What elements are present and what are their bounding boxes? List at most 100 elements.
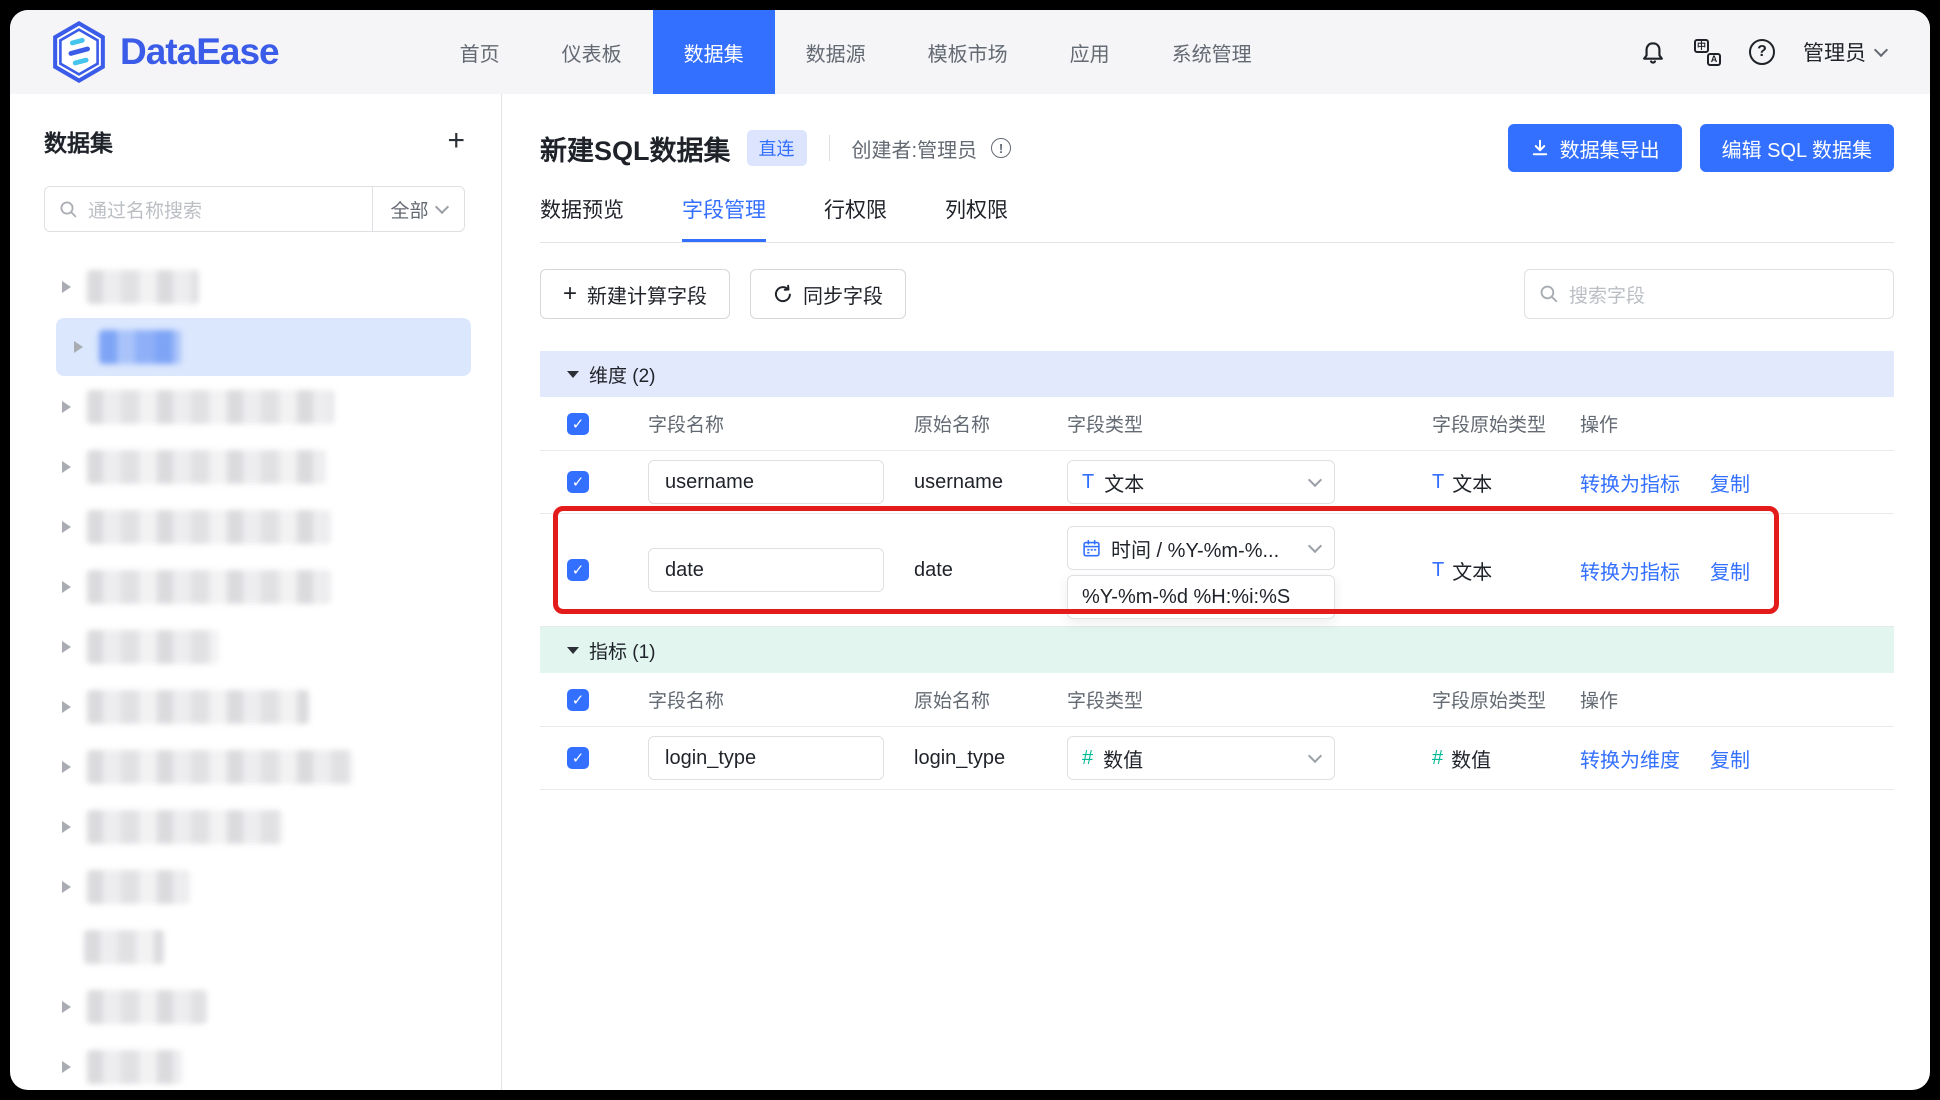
redacted-dataset-name: [87, 870, 190, 904]
sidebar-search-group: 通过名称搜索 全部: [44, 186, 465, 232]
field-type-select[interactable]: # 数值: [1067, 736, 1335, 780]
column-field-name: 字段名称: [648, 686, 914, 713]
field-name-input[interactable]: [648, 460, 884, 504]
row-checkbox[interactable]: ✓: [567, 471, 589, 493]
copy-link[interactable]: 复制: [1710, 468, 1750, 497]
sidebar-item[interactable]: [44, 1038, 471, 1090]
measure-section-title: 指标 (1): [589, 637, 656, 664]
sidebar-item[interactable]: [44, 858, 471, 916]
sidebar-item-selected[interactable]: [56, 318, 471, 376]
tab-field-manage[interactable]: 字段管理: [682, 194, 766, 242]
language-en-glyph: A: [1707, 53, 1721, 66]
date-format-option[interactable]: %Y-%m-%d %H:%i:%S: [1067, 575, 1335, 619]
convert-to-measure-link[interactable]: 转换为指标: [1580, 468, 1680, 497]
sync-fields-button[interactable]: 同步字段: [750, 269, 906, 319]
copy-link[interactable]: 复制: [1710, 556, 1750, 585]
field-name-input[interactable]: [648, 548, 884, 592]
field-search-placeholder: 搜索字段: [1569, 281, 1645, 308]
sidebar-search-input[interactable]: 通过名称搜索: [45, 196, 372, 223]
sidebar-item[interactable]: [44, 498, 471, 556]
page-header: 新建SQL数据集 直连 创建者:管理员 ! 数据集导出 编辑 SQL 数据集: [540, 124, 1894, 172]
sidebar-item[interactable]: [44, 618, 471, 676]
expand-arrow-icon[interactable]: [62, 701, 71, 713]
user-menu[interactable]: 管理员: [1803, 37, 1886, 67]
tab-data-preview[interactable]: 数据预览: [540, 194, 624, 242]
select-all-checkbox[interactable]: ✓: [567, 413, 589, 435]
expand-arrow-icon[interactable]: [62, 521, 71, 533]
detail-tabs: 数据预览 字段管理 行权限 列权限: [540, 194, 1894, 243]
nav-item-app[interactable]: 应用: [1039, 10, 1141, 94]
measure-section-header[interactable]: 指标 (1): [540, 627, 1894, 673]
notification-bell-icon[interactable]: [1640, 39, 1666, 65]
sidebar-search-placeholder: 通过名称搜索: [88, 196, 202, 223]
search-icon: [59, 200, 78, 219]
sidebar-item[interactable]: [44, 678, 471, 736]
app-window: DataEase 首页 仪表板 数据集 数据源 模板市场 应用 系统管理 中 A: [10, 10, 1930, 1090]
sidebar-item[interactable]: [44, 378, 471, 436]
help-icon[interactable]: ?: [1749, 39, 1775, 65]
dataset-tree: [44, 258, 501, 1090]
expand-arrow-icon[interactable]: [62, 581, 71, 593]
info-icon[interactable]: !: [991, 138, 1011, 158]
redacted-dataset-name: [87, 750, 353, 784]
nav-item-template-market[interactable]: 模板市场: [897, 10, 1039, 94]
row-checkbox[interactable]: ✓: [567, 559, 589, 581]
nav-item-home[interactable]: 首页: [429, 10, 531, 94]
add-dataset-button[interactable]: +: [447, 126, 465, 156]
field-search-input[interactable]: 搜索字段: [1524, 269, 1894, 319]
origin-type-label: 文本: [1452, 556, 1492, 585]
chevron-down-icon: [1308, 748, 1322, 762]
nav-item-dashboard[interactable]: 仪表板: [531, 10, 653, 94]
sidebar-filter-select[interactable]: 全部: [372, 187, 464, 231]
column-origin-type: 字段原始类型: [1432, 686, 1580, 713]
export-dataset-button[interactable]: 数据集导出: [1508, 124, 1682, 172]
redacted-dataset-name: [99, 330, 181, 364]
convert-to-dimension-link[interactable]: 转换为维度: [1580, 744, 1680, 773]
table-row-login-type: ✓ login_type # 数值 # 数值 转换为维度 复制: [540, 727, 1894, 790]
expand-arrow-icon[interactable]: [62, 821, 71, 833]
field-name-input[interactable]: [648, 736, 884, 780]
expand-arrow-icon[interactable]: [62, 401, 71, 413]
expand-arrow-icon[interactable]: [62, 1001, 71, 1013]
sidebar-item[interactable]: [44, 438, 471, 496]
nav-item-system[interactable]: 系统管理: [1141, 10, 1283, 94]
nav-item-dataset[interactable]: 数据集: [653, 10, 775, 94]
language-switch-icon[interactable]: 中 A: [1694, 39, 1721, 66]
column-origin-type: 字段原始类型: [1432, 410, 1580, 437]
expand-arrow-icon[interactable]: [74, 341, 83, 353]
brand-name: DataEase: [120, 31, 279, 73]
collapse-arrow-icon: [567, 371, 579, 378]
redacted-dataset-name: [87, 270, 199, 304]
expand-arrow-icon[interactable]: [62, 1061, 71, 1073]
creator-label: 创建者:管理员: [852, 134, 978, 163]
sidebar-item[interactable]: [44, 558, 471, 616]
expand-arrow-icon[interactable]: [62, 281, 71, 293]
new-calc-field-button[interactable]: + 新建计算字段: [540, 269, 730, 319]
nav-item-datasource[interactable]: 数据源: [775, 10, 897, 94]
tab-column-permission[interactable]: 列权限: [945, 194, 1008, 242]
field-type-select[interactable]: 时间 / %Y-%m-%...: [1067, 526, 1335, 570]
sidebar-item[interactable]: [44, 978, 471, 1036]
row-checkbox[interactable]: ✓: [567, 747, 589, 769]
dimension-table-header: ✓ 字段名称 原始名称 字段类型 字段原始类型 操作: [540, 397, 1894, 451]
edit-sql-dataset-button[interactable]: 编辑 SQL 数据集: [1700, 124, 1894, 172]
dimension-section-header[interactable]: 维度 (2): [540, 351, 1894, 397]
sidebar-item[interactable]: [44, 798, 471, 856]
number-type-icon: #: [1432, 747, 1443, 770]
sidebar-item[interactable]: [44, 738, 471, 796]
expand-arrow-icon[interactable]: [62, 641, 71, 653]
field-type-select[interactable]: T 文本: [1067, 460, 1335, 504]
sidebar-item-child[interactable]: [44, 918, 471, 976]
convert-to-measure-link[interactable]: 转换为指标: [1580, 556, 1680, 585]
sidebar-item[interactable]: [44, 258, 471, 316]
expand-arrow-icon[interactable]: [62, 461, 71, 473]
select-all-checkbox[interactable]: ✓: [567, 689, 589, 711]
navbar-right: 中 A ? 管理员: [1640, 37, 1886, 67]
download-icon: [1530, 138, 1550, 158]
export-button-label: 数据集导出: [1560, 134, 1660, 163]
tab-row-permission[interactable]: 行权限: [824, 194, 887, 242]
expand-arrow-icon[interactable]: [62, 761, 71, 773]
expand-arrow-icon[interactable]: [62, 881, 71, 893]
copy-link[interactable]: 复制: [1710, 744, 1750, 773]
brand-logo[interactable]: DataEase: [50, 21, 279, 83]
